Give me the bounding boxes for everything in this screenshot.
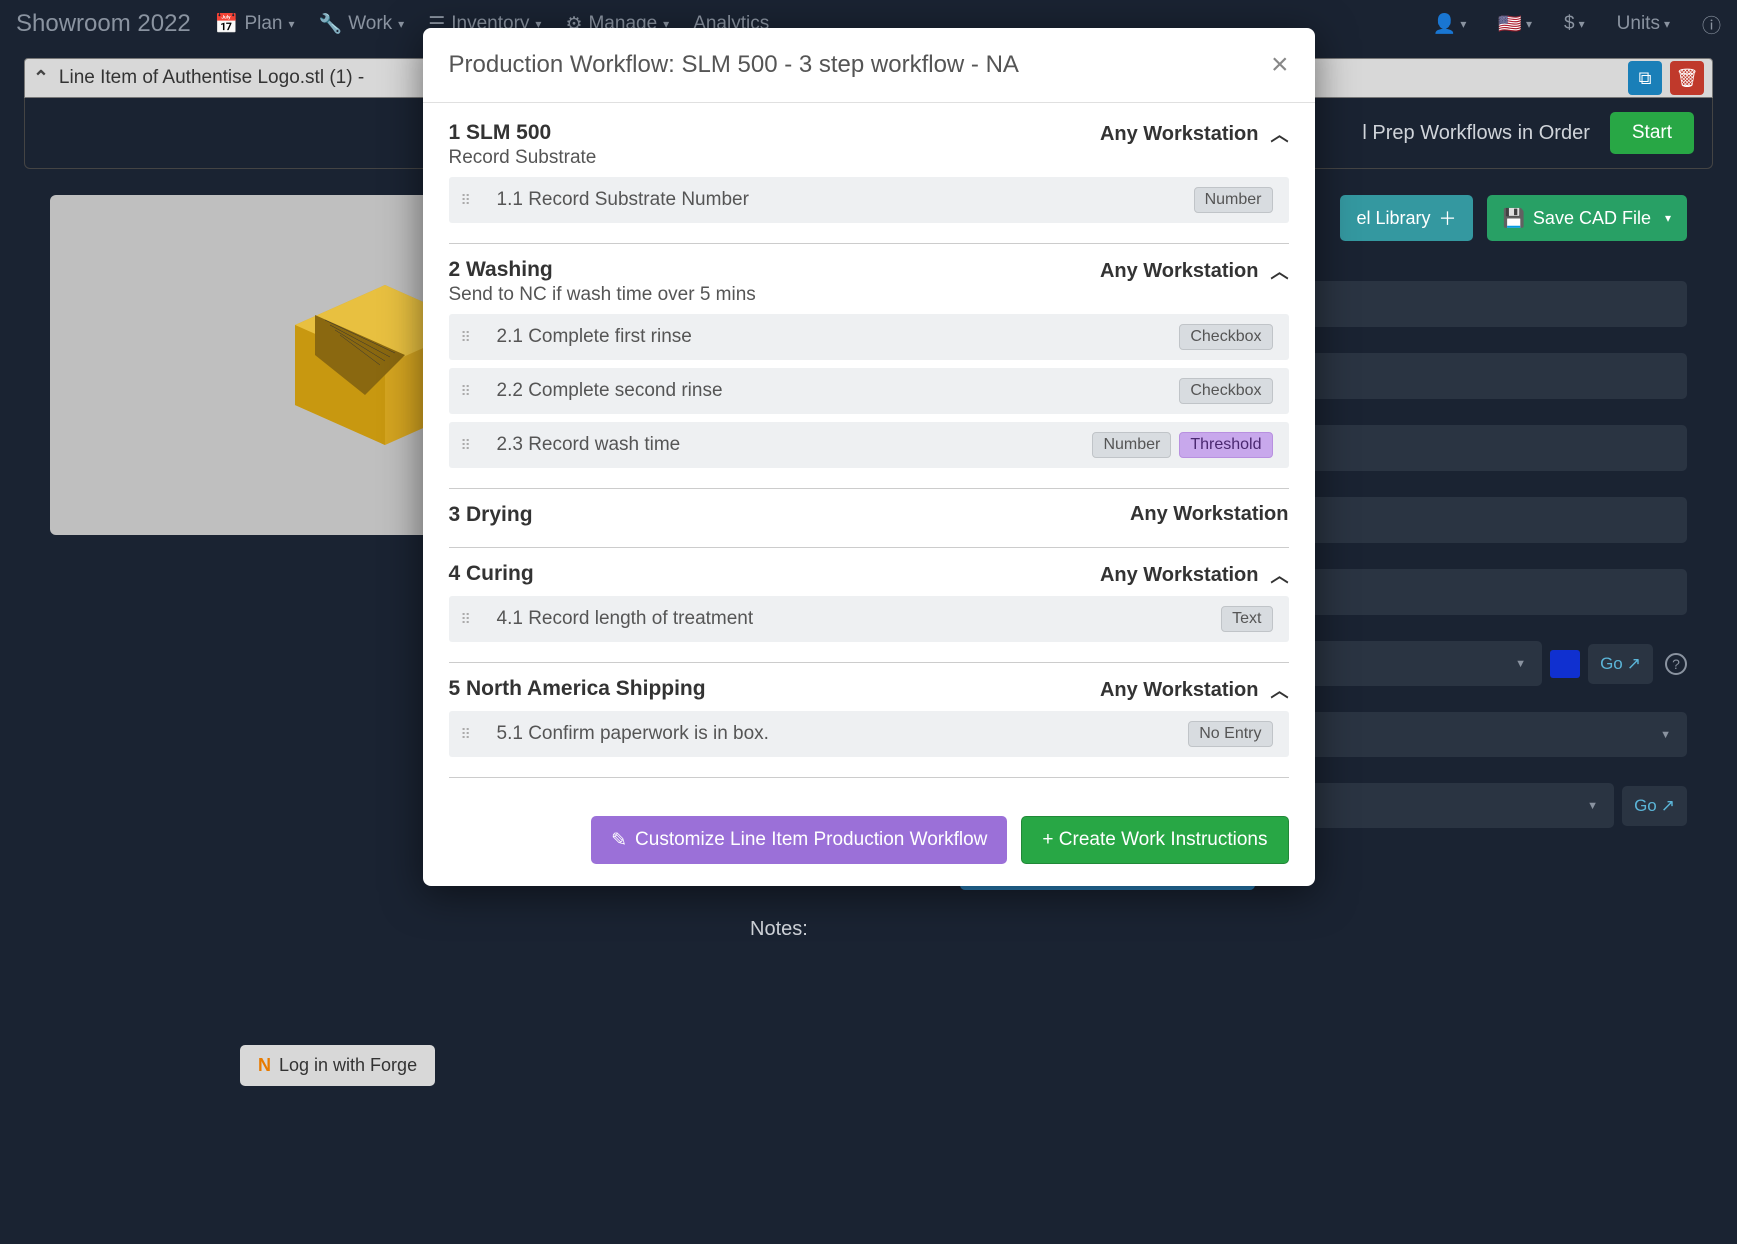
substep-text: 2.2 Complete second rinse — [497, 380, 723, 402]
modal-close-button[interactable]: × — [1271, 48, 1289, 82]
workflow-substep[interactable]: 5.1 Confirm paperwork is in box. No Entry — [449, 711, 1289, 757]
workflow-step: 3 Drying Any Workstation — [449, 503, 1289, 527]
customize-workflow-button[interactable]: ✎Customize Line Item Production Workflow — [591, 816, 1007, 864]
workstation-label: Any Workstation — [1100, 260, 1259, 283]
substep-tag: Checkbox — [1179, 324, 1272, 350]
workflow-step: 2 WashingSend to NC if wash time over 5 … — [449, 258, 1289, 468]
step-title: 2 Washing — [449, 258, 756, 282]
modal-title: Production Workflow: SLM 500 - 3 step wo… — [449, 51, 1019, 79]
modal-footer: ✎Customize Line Item Production Workflow… — [423, 802, 1315, 886]
substep-tag: Number — [1194, 187, 1273, 213]
create-work-instructions-button[interactable]: + Create Work Instructions — [1021, 816, 1288, 864]
workstation-label: Any Workstation — [1100, 123, 1259, 146]
forge-icon: N — [258, 1055, 271, 1076]
substep-text: 4.1 Record length of treatment — [497, 608, 754, 630]
chevron-up-icon[interactable]: ︿ — [1271, 258, 1289, 284]
workflow-step: 5 North America Shipping Any Workstation ︿… — [449, 677, 1289, 757]
substep-text: 1.1 Record Substrate Number — [497, 189, 749, 211]
modal-body: 1 SLM 500Record Substrate Any Workstation… — [423, 103, 1315, 802]
workflow-substep[interactable]: 2.2 Complete second rinse Checkbox — [449, 368, 1289, 414]
chevron-up-icon[interactable]: ︿ — [1271, 121, 1289, 147]
substep-tag: No Entry — [1188, 721, 1272, 747]
substep-text: 2.3 Record wash time — [497, 434, 681, 456]
chevron-up-icon[interactable]: ︿ — [1271, 562, 1289, 588]
step-title: 4 Curing — [449, 562, 534, 586]
substep-text: 2.1 Complete first rinse — [497, 326, 692, 348]
workflow-substep[interactable]: 2.3 Record wash time Number Threshold — [449, 422, 1289, 468]
workflow-step: 4 Curing Any Workstation ︿ 4.1 Record lengt… — [449, 562, 1289, 642]
step-subtitle: Record Substrate — [449, 147, 597, 169]
workflow-substep[interactable]: 2.1 Complete first rinse Checkbox — [449, 314, 1289, 360]
production-workflow-modal: Production Workflow: SLM 500 - 3 step wo… — [423, 28, 1315, 886]
substep-tag: Checkbox — [1179, 378, 1272, 404]
step-title: 5 North America Shipping — [449, 677, 706, 701]
substep-tag: Number — [1092, 432, 1171, 458]
step-title: 1 SLM 500 — [449, 121, 597, 145]
workstation-label: Any Workstation — [1100, 564, 1259, 587]
workstation-label: Any Workstation — [1130, 503, 1289, 526]
workflow-substep[interactable]: 1.1 Record Substrate Number Number — [449, 177, 1289, 223]
step-subtitle: Send to NC if wash time over 5 mins — [449, 284, 756, 306]
workstation-label: Any Workstation — [1100, 679, 1259, 702]
substep-text: 5.1 Confirm paperwork is in box. — [497, 723, 769, 745]
modal-header: Production Workflow: SLM 500 - 3 step wo… — [423, 28, 1315, 103]
substep-tag: Threshold — [1179, 432, 1272, 458]
workflow-substep[interactable]: 4.1 Record length of treatment Text — [449, 596, 1289, 642]
forge-login-button[interactable]: N Log in with Forge — [240, 1045, 435, 1086]
substep-tag: Text — [1221, 606, 1272, 632]
workflow-step: 1 SLM 500Record Substrate Any Workstation… — [449, 121, 1289, 223]
chevron-up-icon[interactable]: ︿ — [1271, 677, 1289, 703]
step-title: 3 Drying — [449, 503, 533, 527]
pencil-icon: ✎ — [611, 829, 627, 852]
